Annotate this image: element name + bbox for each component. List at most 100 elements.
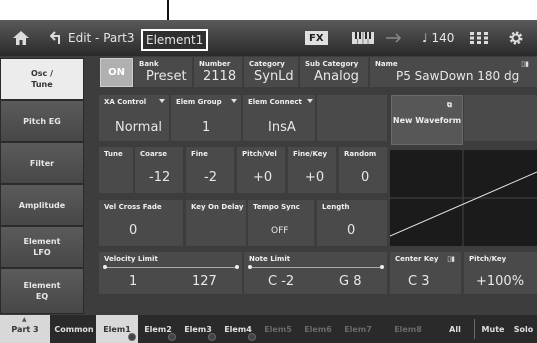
note-limit-low-handle[interactable] xyxy=(248,265,252,269)
elem3-tab[interactable]: Elem3 xyxy=(178,315,218,343)
fine-key-value: +0 xyxy=(305,170,325,185)
sidebar-item-element-eq[interactable]: Element EQ xyxy=(0,268,84,314)
grid-icon[interactable] xyxy=(470,20,488,56)
home-icon[interactable] xyxy=(10,20,32,56)
length-field[interactable]: Length 0 xyxy=(317,200,387,246)
category-label: Category xyxy=(249,60,285,68)
elem1-status-dot xyxy=(128,333,136,341)
note-limit-low-value: C -2 xyxy=(268,274,295,289)
category-field[interactable]: Category SynLd xyxy=(244,57,298,87)
sub-category-field[interactable]: Sub Category Analog xyxy=(300,57,368,87)
note-limit-field[interactable]: Note Limit C -2 G 8 xyxy=(244,252,387,294)
elem6-tab[interactable]: Elem6 xyxy=(298,315,338,343)
random-field[interactable]: Random 0 xyxy=(339,147,387,193)
coarse-field[interactable]: Coarse -12 xyxy=(135,147,183,193)
length-value: 0 xyxy=(347,223,356,238)
sidebar: Osc / Tune Pitch EG Filter Amplitude Ele… xyxy=(0,56,88,315)
coarse-label: Coarse xyxy=(140,150,168,158)
connection-arrow-icon xyxy=(386,20,404,56)
element-on-button[interactable]: ON xyxy=(100,58,133,87)
sidebar-item-amplitude[interactable]: Amplitude xyxy=(0,184,84,226)
callout-pointer-line xyxy=(167,0,169,20)
solo-button[interactable]: Solo xyxy=(510,315,537,343)
empty-waveform-field xyxy=(464,95,537,141)
synth-edit-screen: Edit - Part3 Element1 FX ♩ 140 Osc / Tun… xyxy=(0,20,537,343)
elem1-label: Elem1 xyxy=(103,324,131,334)
key-on-delay-field[interactable]: Key On Delay xyxy=(186,200,246,246)
number-field[interactable]: Number 2118 xyxy=(194,57,242,87)
part-tab[interactable]: ▲ Part 3 xyxy=(0,315,50,343)
common-tab[interactable]: Common xyxy=(52,315,96,343)
elem-connect-field[interactable]: Elem Connect InsA xyxy=(243,95,315,141)
fx-badge[interactable]: FX xyxy=(305,31,328,45)
element-label: Element1 xyxy=(141,29,209,51)
name-field[interactable]: Name ▯▮ P5 SawDown 180 dg xyxy=(370,57,537,87)
xa-control-value: Normal xyxy=(115,120,163,135)
elem4-tab[interactable]: Elem4 xyxy=(218,315,258,343)
elem7-tab[interactable]: Elem7 xyxy=(338,315,378,343)
all-tab[interactable]: All xyxy=(440,315,470,343)
fine-field[interactable]: Fine -2 xyxy=(186,147,234,193)
name-edit-icon[interactable]: ▯▮ xyxy=(521,60,529,68)
note-limit-label: Note Limit xyxy=(249,255,291,263)
note-limit-slider[interactable] xyxy=(248,265,384,269)
elem-group-field[interactable]: Elem Group 1 xyxy=(171,95,241,141)
length-label: Length xyxy=(322,203,350,211)
fine-key-field[interactable]: Fine/Key +0 xyxy=(288,147,336,193)
empty-field xyxy=(317,95,387,141)
elem2-label: Elem2 xyxy=(144,324,172,334)
pitch-vel-field[interactable]: Pitch/Vel +0 xyxy=(237,147,285,193)
tune-section-label: Tune xyxy=(99,147,133,193)
elem8-tab[interactable]: Elem8 xyxy=(378,315,438,343)
tempo-sync-field[interactable]: Tempo Sync OFF xyxy=(248,200,314,246)
elem-connect-value: InsA xyxy=(268,120,296,135)
back-arrow-icon[interactable] xyxy=(48,20,66,56)
gear-icon[interactable] xyxy=(508,20,524,56)
note-limit-high-handle[interactable] xyxy=(380,265,384,269)
velocity-limit-label: Velocity Limit xyxy=(104,255,158,263)
center-key-value: C 3 xyxy=(408,274,430,289)
xa-control-field[interactable]: XA Control Normal xyxy=(99,95,169,141)
bottom-bar: ▲ Part 3 Common Elem1 Elem2 Elem3 Elem4 … xyxy=(0,315,537,343)
elem-group-dropdown-icon xyxy=(231,99,237,103)
elem2-status-dot xyxy=(168,333,176,341)
mute-button[interactable]: Mute xyxy=(478,315,508,343)
bank-field[interactable]: Bank Preset xyxy=(134,57,192,87)
fine-label: Fine xyxy=(191,150,208,158)
velocity-limit-high-handle[interactable] xyxy=(235,265,239,269)
elem4-label: Elem4 xyxy=(224,324,252,334)
keyboard-icon[interactable] xyxy=(352,20,374,56)
new-waveform-icon: ⧉ xyxy=(447,101,452,109)
note-limit-high-value: G 8 xyxy=(339,274,362,289)
elem3-status-dot xyxy=(208,333,216,341)
pitch-key-field[interactable]: Pitch/Key +100% xyxy=(464,252,537,294)
fine-value: -2 xyxy=(204,170,217,185)
vel-cross-fade-field[interactable]: Vel Cross Fade 0 xyxy=(99,200,183,246)
top-bar: Edit - Part3 Element1 FX ♩ 140 xyxy=(0,20,537,56)
new-waveform-button[interactable]: ⧉ New Waveform xyxy=(391,95,463,145)
name-value: P5 SawDown 180 dg xyxy=(396,69,520,83)
sub-category-value: Analog xyxy=(314,69,359,84)
velocity-limit-field[interactable]: Velocity Limit 1 127 xyxy=(99,252,242,294)
coarse-value: -12 xyxy=(149,170,171,185)
sidebar-item-osc-tune[interactable]: Osc / Tune xyxy=(0,58,84,100)
sidebar-item-filter[interactable]: Filter xyxy=(0,142,84,184)
velocity-limit-slider[interactable] xyxy=(103,265,239,269)
sidebar-item-pitch-eg[interactable]: Pitch EG xyxy=(0,100,84,142)
elem-group-label: Elem Group xyxy=(176,98,222,106)
sidebar-item-element-lfo[interactable]: Element LFO xyxy=(0,226,84,268)
elem5-tab[interactable]: Elem5 xyxy=(258,315,298,343)
random-value: 0 xyxy=(361,170,370,185)
number-label: Number xyxy=(199,60,231,68)
velocity-limit-low-handle[interactable] xyxy=(103,265,107,269)
new-waveform-label: New Waveform xyxy=(392,115,462,125)
elem-connect-dropdown-icon xyxy=(307,99,313,103)
center-key-keyboard-icon[interactable]: ▯▮ xyxy=(447,255,455,263)
elem-connect-label: Elem Connect xyxy=(248,98,302,106)
elem1-tab[interactable]: Elem1 xyxy=(96,315,138,343)
elem2-tab[interactable]: Elem2 xyxy=(138,315,178,343)
tempo-display[interactable]: ♩ 140 xyxy=(422,20,454,56)
tempo-sync-value: OFF xyxy=(271,226,289,236)
pitch-vel-label: Pitch/Vel xyxy=(242,150,277,158)
center-key-field[interactable]: Center Key ▯▮ C 3 xyxy=(390,252,461,294)
